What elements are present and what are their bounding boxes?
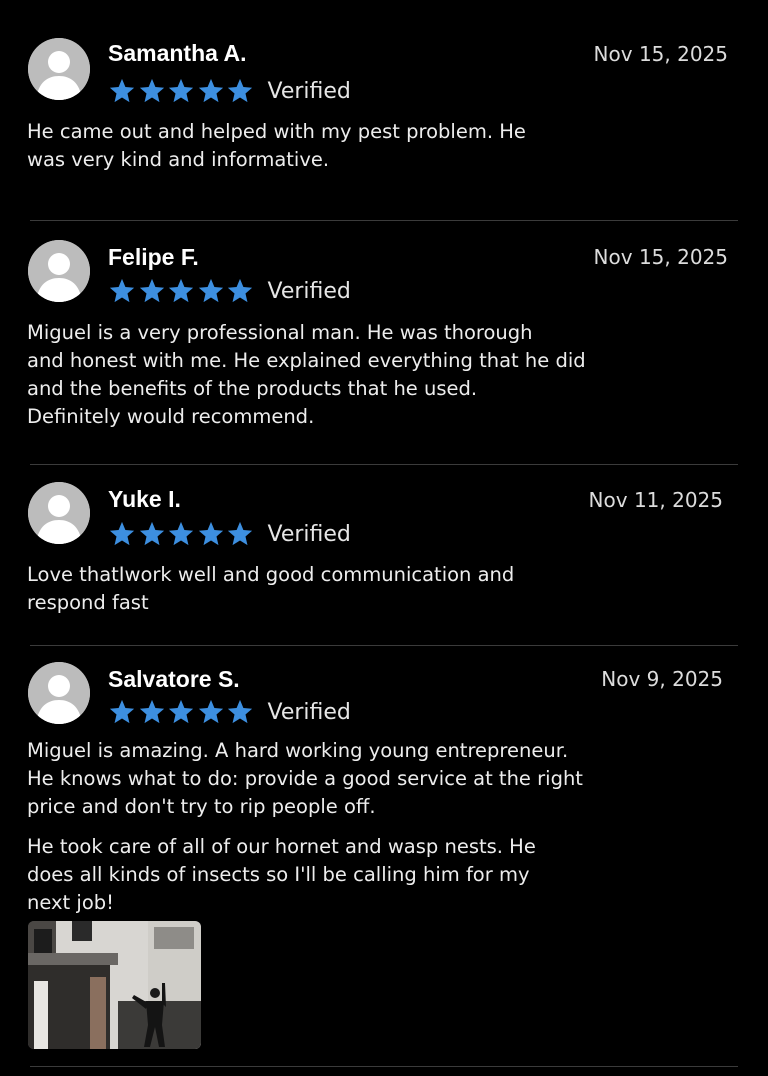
star-icon — [108, 698, 136, 726]
review-date: Nov 9, 2025 — [601, 667, 723, 691]
star-icon — [226, 520, 254, 548]
star-icon — [197, 698, 225, 726]
reviewer-name: Felipe F. — [108, 244, 199, 270]
verified-label: Verified — [267, 699, 351, 725]
review-paragraph: Miguel is a very professional man. He wa… — [27, 321, 586, 428]
review-date: Nov 15, 2025 — [593, 245, 728, 269]
divider — [30, 220, 738, 221]
star-icon — [226, 698, 254, 726]
review-text: Miguel is amazing. A hard working young … — [27, 737, 727, 917]
default-avatar-icon — [28, 240, 90, 302]
review-text: Miguel is a very professional man. He wa… — [27, 319, 727, 431]
default-avatar-icon — [28, 662, 90, 724]
verified-label: Verified — [267, 278, 351, 304]
reviewer-name: Yuke I. — [108, 486, 181, 512]
star-icon — [197, 77, 225, 105]
review-paragraph: He took care of all of our hornet and wa… — [27, 835, 536, 914]
star-icon — [197, 277, 225, 305]
star-icon — [167, 520, 195, 548]
review-paragraph: He came out and helped with my pest prob… — [27, 120, 526, 171]
star-icon — [108, 277, 136, 305]
star-icon — [108, 77, 136, 105]
rating-row: Verified — [108, 697, 351, 727]
reviewer-name: Salvatore S. — [108, 666, 240, 692]
star-rating — [108, 698, 256, 726]
review-photo[interactable] — [28, 921, 201, 1049]
star-rating — [108, 77, 256, 105]
star-icon — [226, 77, 254, 105]
review-paragraph: Love thatIwork well and good communicati… — [27, 563, 515, 614]
star-rating — [108, 520, 256, 548]
star-icon — [138, 77, 166, 105]
star-icon — [167, 77, 195, 105]
review-paragraph: Miguel is amazing. A hard working young … — [27, 739, 583, 818]
divider — [30, 464, 738, 465]
verified-label: Verified — [267, 521, 351, 547]
star-icon — [108, 520, 136, 548]
review-date: Nov 11, 2025 — [588, 488, 723, 512]
default-avatar-icon — [28, 482, 90, 544]
review-text: Love thatIwork well and good communicati… — [27, 561, 727, 617]
star-icon — [167, 277, 195, 305]
review-text: He came out and helped with my pest prob… — [27, 118, 727, 174]
star-icon — [138, 277, 166, 305]
verified-label: Verified — [267, 78, 351, 104]
rating-row: Verified — [108, 276, 351, 306]
divider — [30, 645, 738, 646]
rating-row: Verified — [108, 519, 351, 549]
rating-row: Verified — [108, 76, 351, 106]
star-icon — [138, 520, 166, 548]
star-rating — [108, 277, 256, 305]
reviewer-name: Samantha A. — [108, 40, 247, 66]
star-icon — [197, 520, 225, 548]
divider — [30, 1066, 738, 1067]
star-icon — [226, 277, 254, 305]
review-date: Nov 15, 2025 — [593, 42, 728, 66]
star-icon — [138, 698, 166, 726]
default-avatar-icon — [28, 38, 90, 100]
star-icon — [167, 698, 195, 726]
